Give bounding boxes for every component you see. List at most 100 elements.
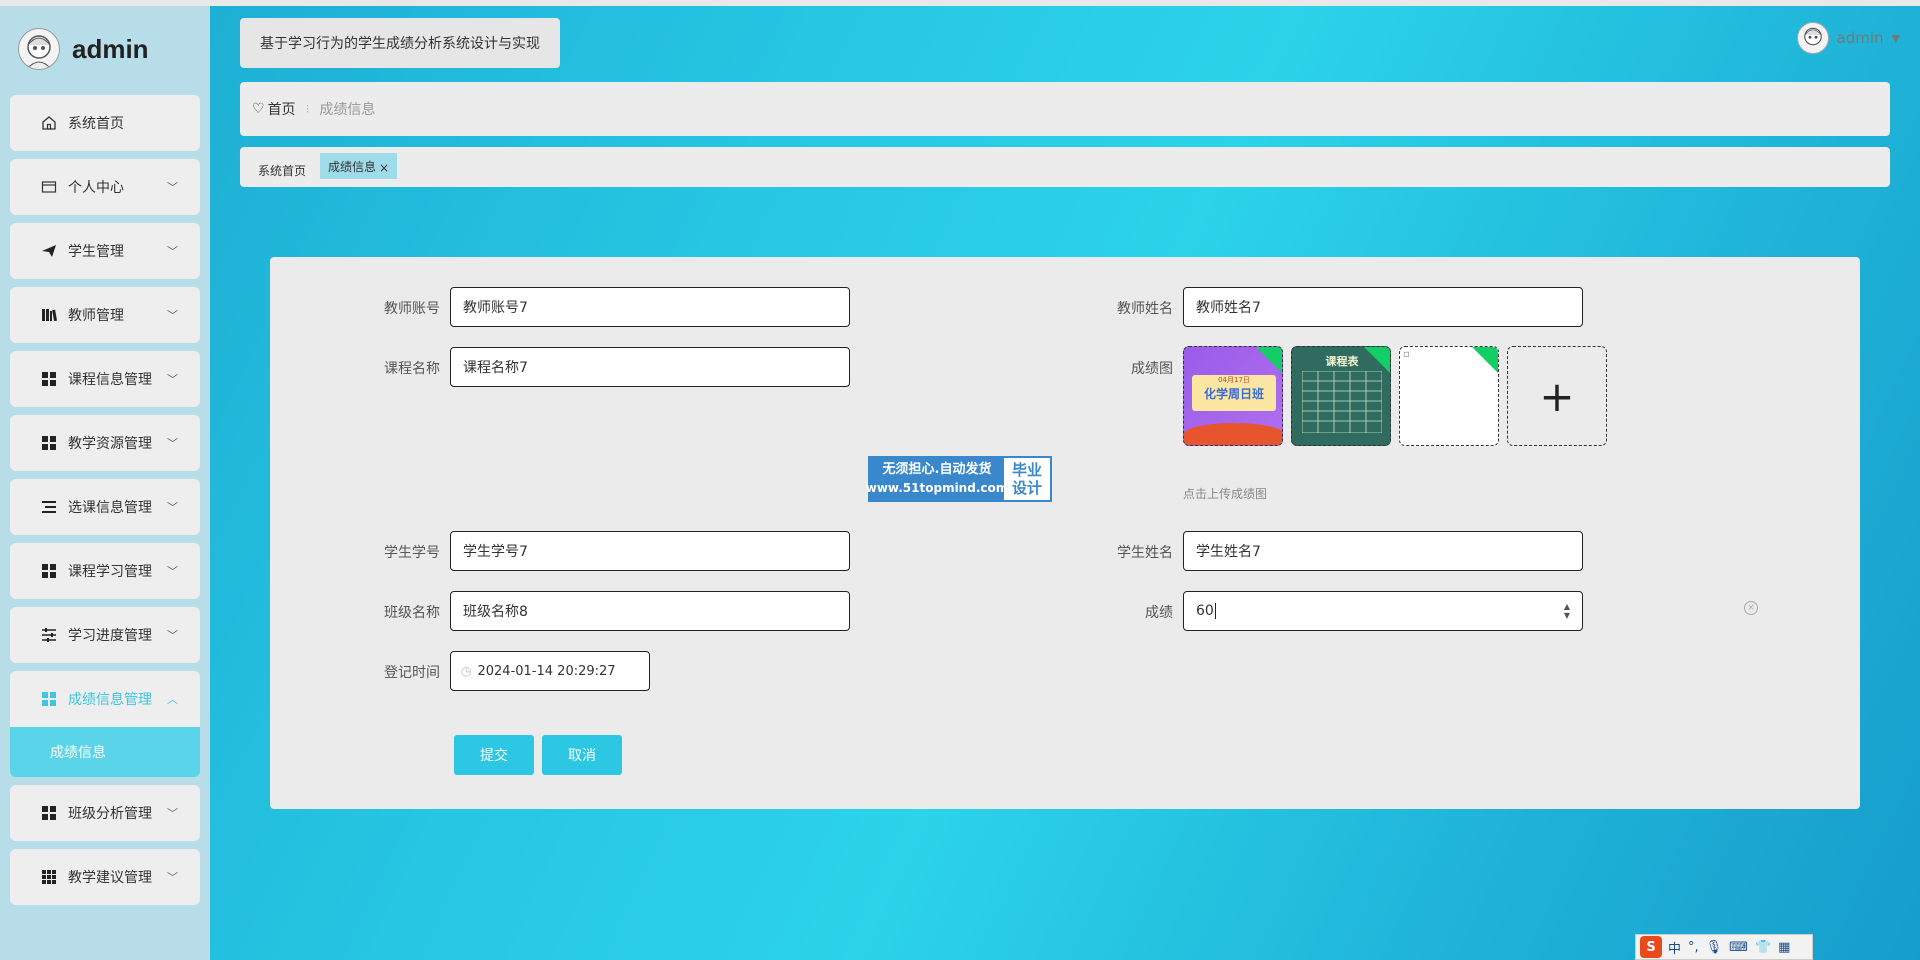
books-icon	[40, 306, 58, 324]
broken-image-icon: ▫	[1403, 349, 1410, 360]
sidebar-item-learning[interactable]: 课程学习管理 ﹀	[10, 543, 200, 599]
sidebar-item-label: 个人中心	[68, 180, 124, 196]
breadcrumb: ♡ 首页 ⁝ 成绩信息	[240, 82, 1890, 136]
teacher-account-label: 教师账号	[384, 301, 440, 317]
plus-icon: +	[1539, 371, 1575, 421]
class-name-input[interactable]: 班级名称8	[450, 591, 850, 631]
keyboard-icon[interactable]: ⌨	[1729, 940, 1748, 955]
sidebar-item-students[interactable]: 学生管理 ﹀	[10, 223, 200, 279]
grid-icon	[40, 690, 58, 708]
student-name-label: 学生姓名	[1117, 545, 1173, 561]
chevron-down-icon: ﹀	[167, 373, 178, 386]
sidebar-item-teachers[interactable]: 教师管理 ﹀	[10, 287, 200, 343]
thumb-subtext: 04月17日	[1218, 376, 1250, 384]
chevron-down-icon: ﹀	[167, 181, 178, 194]
card-icon	[40, 178, 58, 196]
paper-plane-icon	[40, 242, 58, 260]
user-menu[interactable]: admin ▼	[1796, 22, 1900, 54]
breadcrumb-current: 成绩信息	[319, 102, 376, 118]
cancel-button[interactable]: 取消	[542, 735, 622, 775]
grid-icon	[40, 562, 58, 580]
sidebar-item-resources[interactable]: 教学资源管理 ﹀	[10, 415, 200, 471]
clock-icon: ◷	[461, 664, 472, 678]
ime-toolbar[interactable]: S 中 °, 🎙 ⌨ 👕 ▦	[1635, 934, 1813, 960]
sidebar-item-label: 课程信息管理	[68, 372, 152, 388]
tag-score-info[interactable]: 成绩信息 ×	[320, 153, 398, 179]
class-name-label: 班级名称	[384, 605, 440, 621]
breadcrumb-home-label: 首页	[267, 102, 296, 118]
avatar	[1796, 22, 1829, 54]
number-stepper[interactable]: ▲ ▼	[1564, 602, 1570, 620]
uploaded-image-thumb[interactable]: 课程表	[1291, 346, 1391, 446]
teacher-name-label: 教师姓名	[1117, 301, 1173, 317]
home-icon	[40, 114, 58, 132]
chevron-down-icon: ﹀	[167, 807, 178, 820]
grid-icon	[40, 804, 58, 822]
teacher-name-input[interactable]: 教师姓名7	[1183, 287, 1583, 327]
tags-bar: 系统首页 成绩信息 ×	[240, 147, 1890, 187]
sidebar-item-label: 教学建议管理	[68, 870, 152, 886]
brand-name: admin	[72, 33, 149, 64]
sidebar-item-label: 班级分析管理	[68, 806, 152, 822]
register-time-picker[interactable]: ◷ 2024-01-14 20:29:27	[450, 651, 650, 691]
tag-label: 成绩信息	[328, 160, 377, 174]
watermark-line1: 无须担心.自动发货	[882, 462, 992, 477]
user-name: admin	[1836, 29, 1884, 47]
sliders-icon	[40, 626, 58, 644]
close-icon[interactable]: ×	[379, 161, 389, 175]
timetable-grid-icon	[1302, 371, 1382, 433]
sidebar-item-home[interactable]: 系统首页	[10, 95, 200, 151]
grid-icon	[40, 370, 58, 388]
teacher-account-input[interactable]: 教师账号7	[450, 287, 850, 327]
sidebar-item-scores[interactable]: 成绩信息管理 ︿	[10, 671, 200, 727]
thumb-text: 化学周日班	[1203, 387, 1264, 401]
upload-add-button[interactable]: +	[1507, 346, 1607, 446]
sidebar-item-personal[interactable]: 个人中心 ﹀	[10, 159, 200, 215]
breadcrumb-home[interactable]: ♡ 首页	[252, 99, 296, 119]
sidebar-item-suggestions[interactable]: 教学建议管理 ﹀	[10, 849, 200, 905]
upload-tip: 点击上传成绩图	[1183, 487, 1268, 501]
uploaded-image-thumb-broken[interactable]: ▫	[1399, 346, 1499, 446]
microphone-icon[interactable]: 🎙	[1706, 940, 1723, 955]
chevron-down-icon: ﹀	[167, 309, 178, 322]
watermark-badge: 无须担心.自动发货 www.51topmind.com 毕业 设计	[865, 456, 1052, 502]
student-name-input[interactable]: 学生姓名7	[1183, 531, 1583, 571]
student-id-input[interactable]: 学生学号7	[450, 531, 850, 571]
watermark-right2: 设计	[1011, 479, 1042, 497]
course-name-input[interactable]: 课程名称7	[450, 347, 850, 387]
uploaded-image-thumb[interactable]: 04月17日 化学周日班	[1183, 346, 1283, 446]
thumb-decor	[1184, 423, 1282, 445]
score-label: 成绩	[1145, 605, 1173, 621]
circle-close-icon[interactable]: ×	[1744, 601, 1758, 615]
sidebar-item-label: 教学资源管理	[68, 436, 152, 452]
tag-home[interactable]: 系统首页	[258, 162, 306, 179]
score-value: 60	[1196, 603, 1214, 619]
watermark-right: 毕业 设计	[1004, 458, 1050, 500]
stepper-up-icon[interactable]: ▲	[1564, 602, 1570, 611]
sidebar-item-label: 系统首页	[68, 116, 124, 132]
watermark-line2: www.51topmind.com	[865, 481, 1009, 495]
course-name-label: 课程名称	[384, 361, 440, 377]
chevron-down-icon: ﹀	[167, 437, 178, 450]
avatar	[18, 28, 60, 70]
score-image-label: 成绩图	[1131, 361, 1173, 377]
submit-button[interactable]: 提交	[454, 735, 534, 775]
sidebar-item-selection[interactable]: 选课信息管理 ﹀	[10, 479, 200, 535]
thumb-banner: 04月17日 化学周日班	[1192, 375, 1276, 411]
text-cursor	[1214, 603, 1216, 619]
sidebar-item-label: 教师管理	[68, 308, 124, 324]
sidebar-item-label: 课程学习管理	[68, 564, 152, 580]
punctuation-icon[interactable]: °,	[1688, 940, 1699, 955]
watermark-right1: 毕业	[1011, 461, 1042, 479]
ime-lang[interactable]: 中	[1668, 938, 1681, 957]
submenu-item-score-info[interactable]: 成绩信息	[10, 727, 200, 777]
score-input[interactable]: 60 ▲ ▼	[1183, 591, 1583, 631]
stepper-down-icon[interactable]: ▼	[1564, 611, 1570, 620]
sidebar-item-class-analysis[interactable]: 班级分析管理 ﹀	[10, 785, 200, 841]
register-time-label: 登记时间	[384, 665, 440, 681]
sidebar-item-progress[interactable]: 学习进度管理 ﹀	[10, 607, 200, 663]
sidebar-item-label: 选课信息管理	[68, 500, 152, 516]
apps-icon[interactable]: ▦	[1778, 940, 1790, 955]
sidebar-item-courses[interactable]: 课程信息管理 ﹀	[10, 351, 200, 407]
shirt-icon[interactable]: 👕	[1755, 940, 1771, 955]
